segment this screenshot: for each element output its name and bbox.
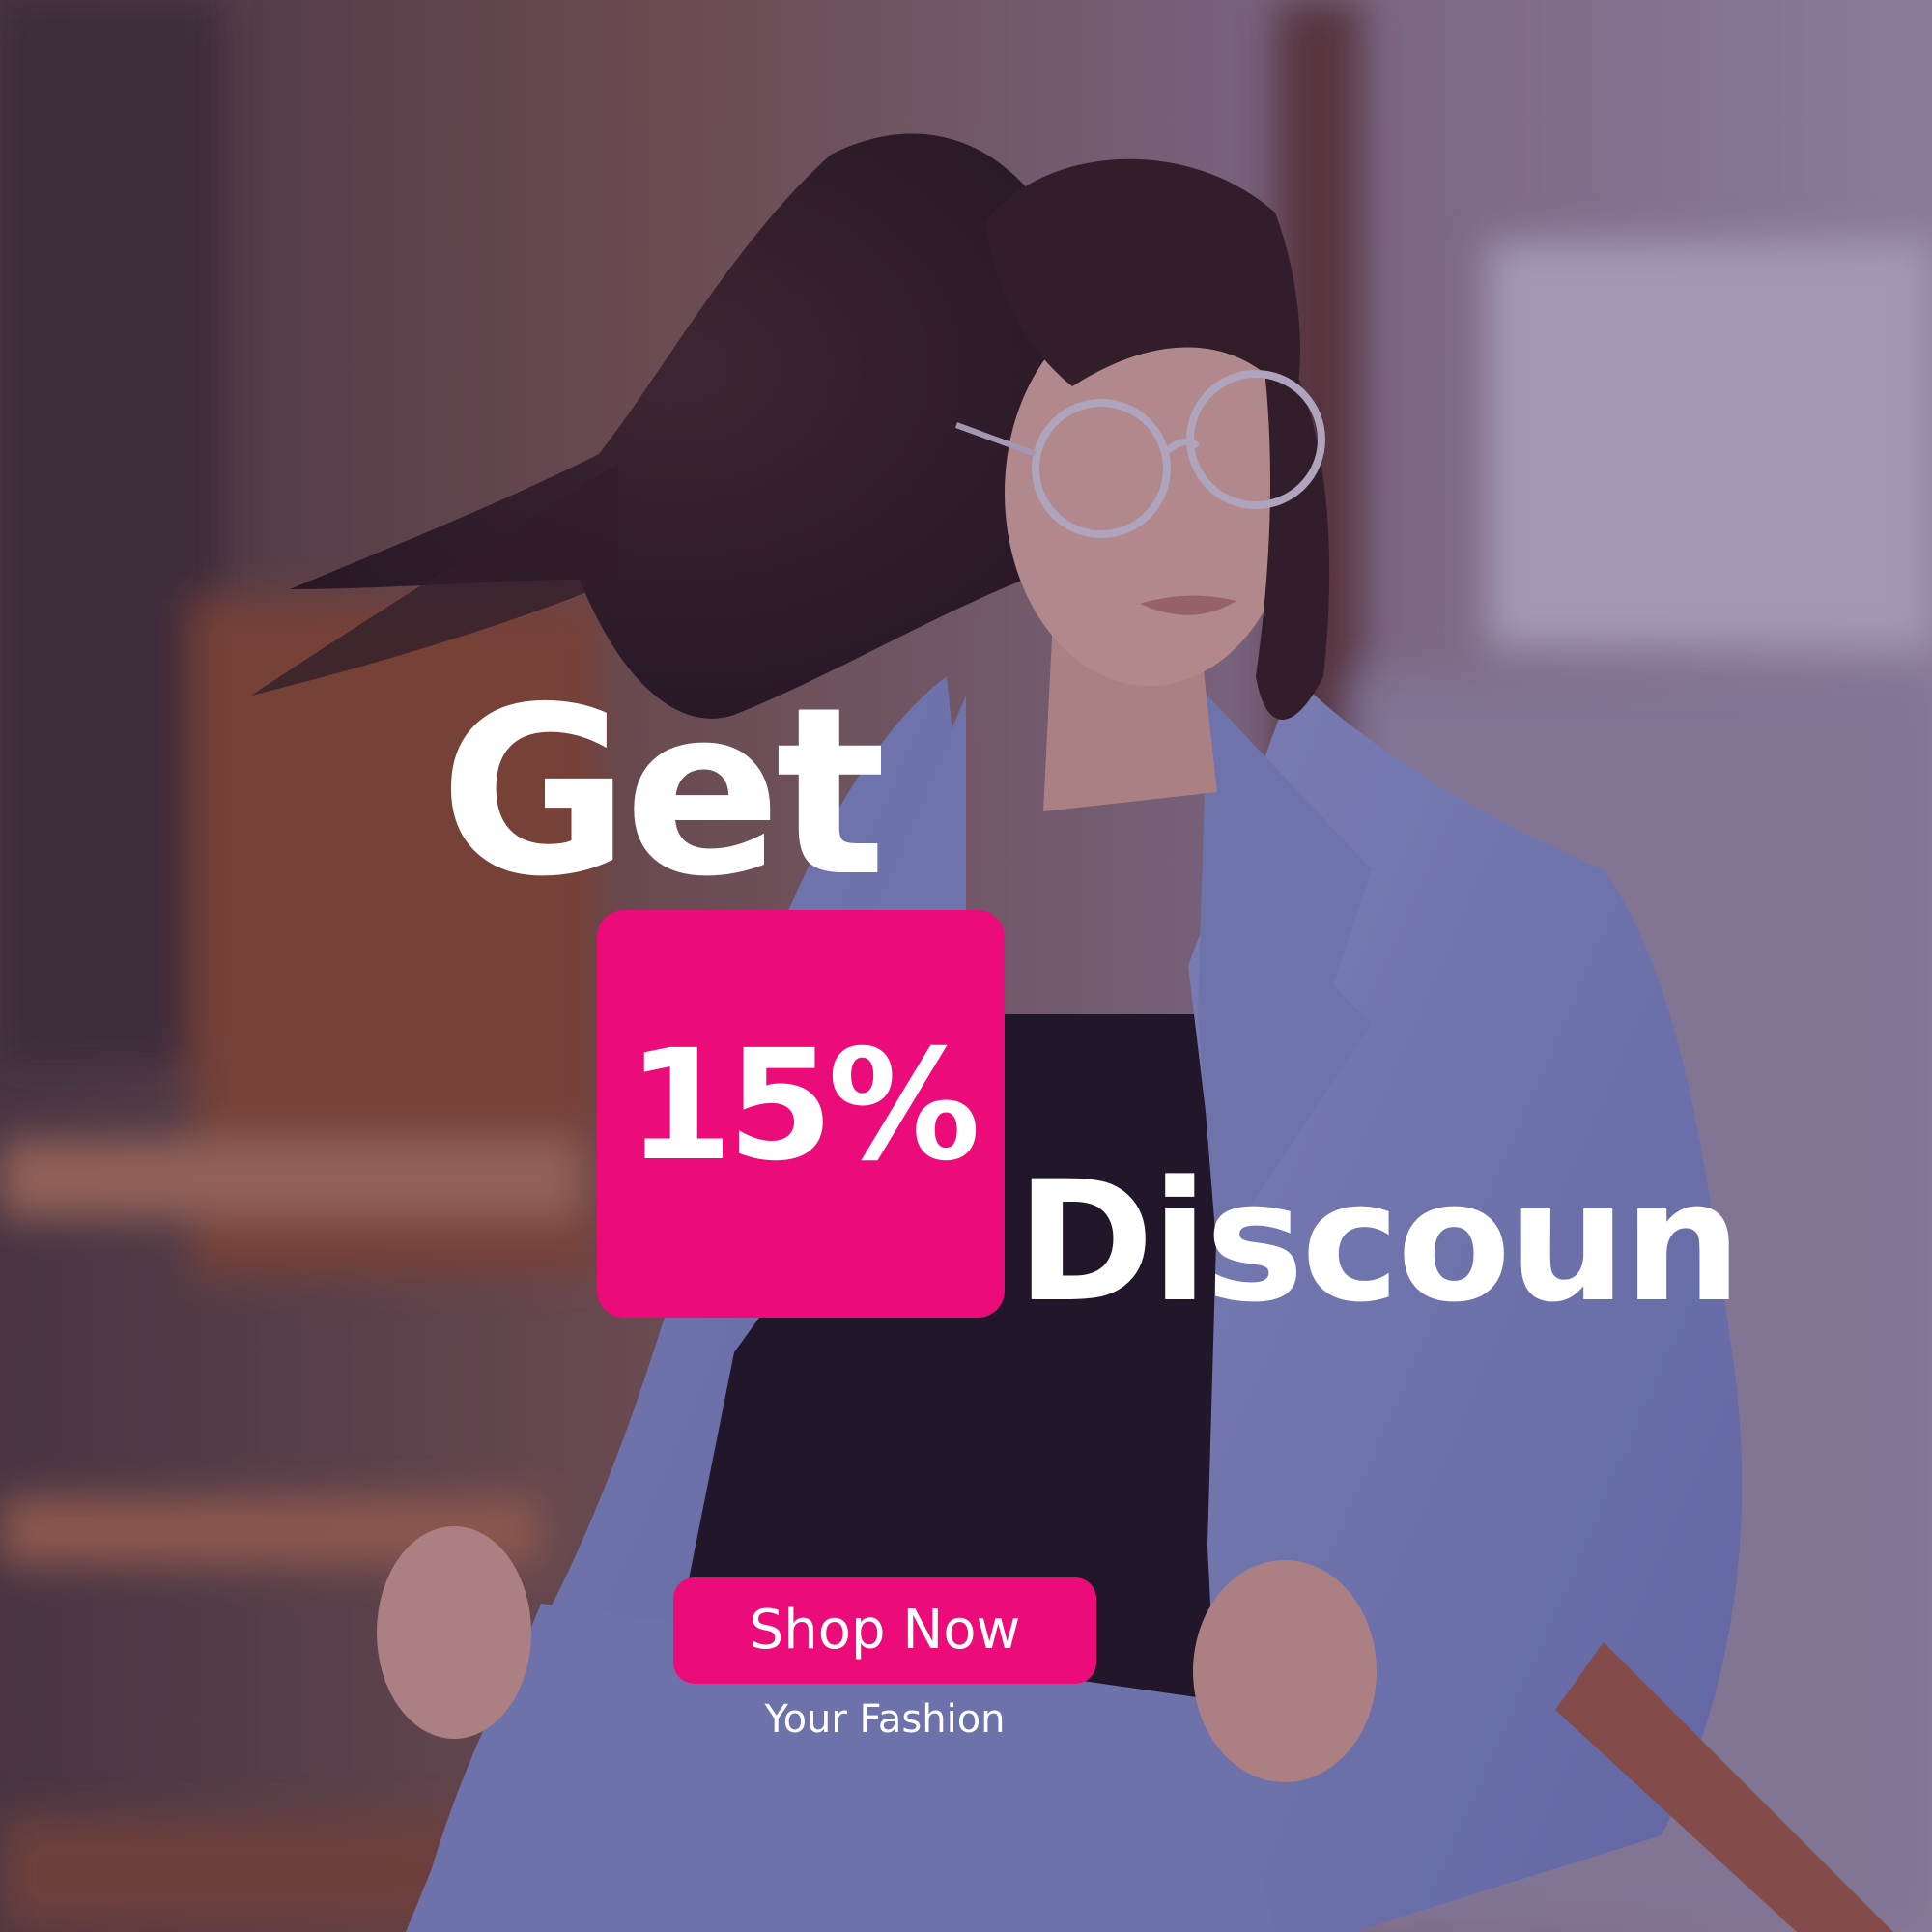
brand-tagline: Your Fashion: [764, 1697, 1006, 1742]
headline-get: Get: [440, 657, 886, 927]
shop-now-button[interactable]: Shop Now: [673, 1577, 1096, 1684]
discount-badge: 15%: [597, 910, 1005, 1318]
discount-percentage: 15%: [626, 1017, 980, 1195]
promo-banner: Get 15% Discoun Shop Now Your Fashion: [0, 0, 1932, 1932]
headline-discount: Discoun: [1016, 1145, 1742, 1339]
